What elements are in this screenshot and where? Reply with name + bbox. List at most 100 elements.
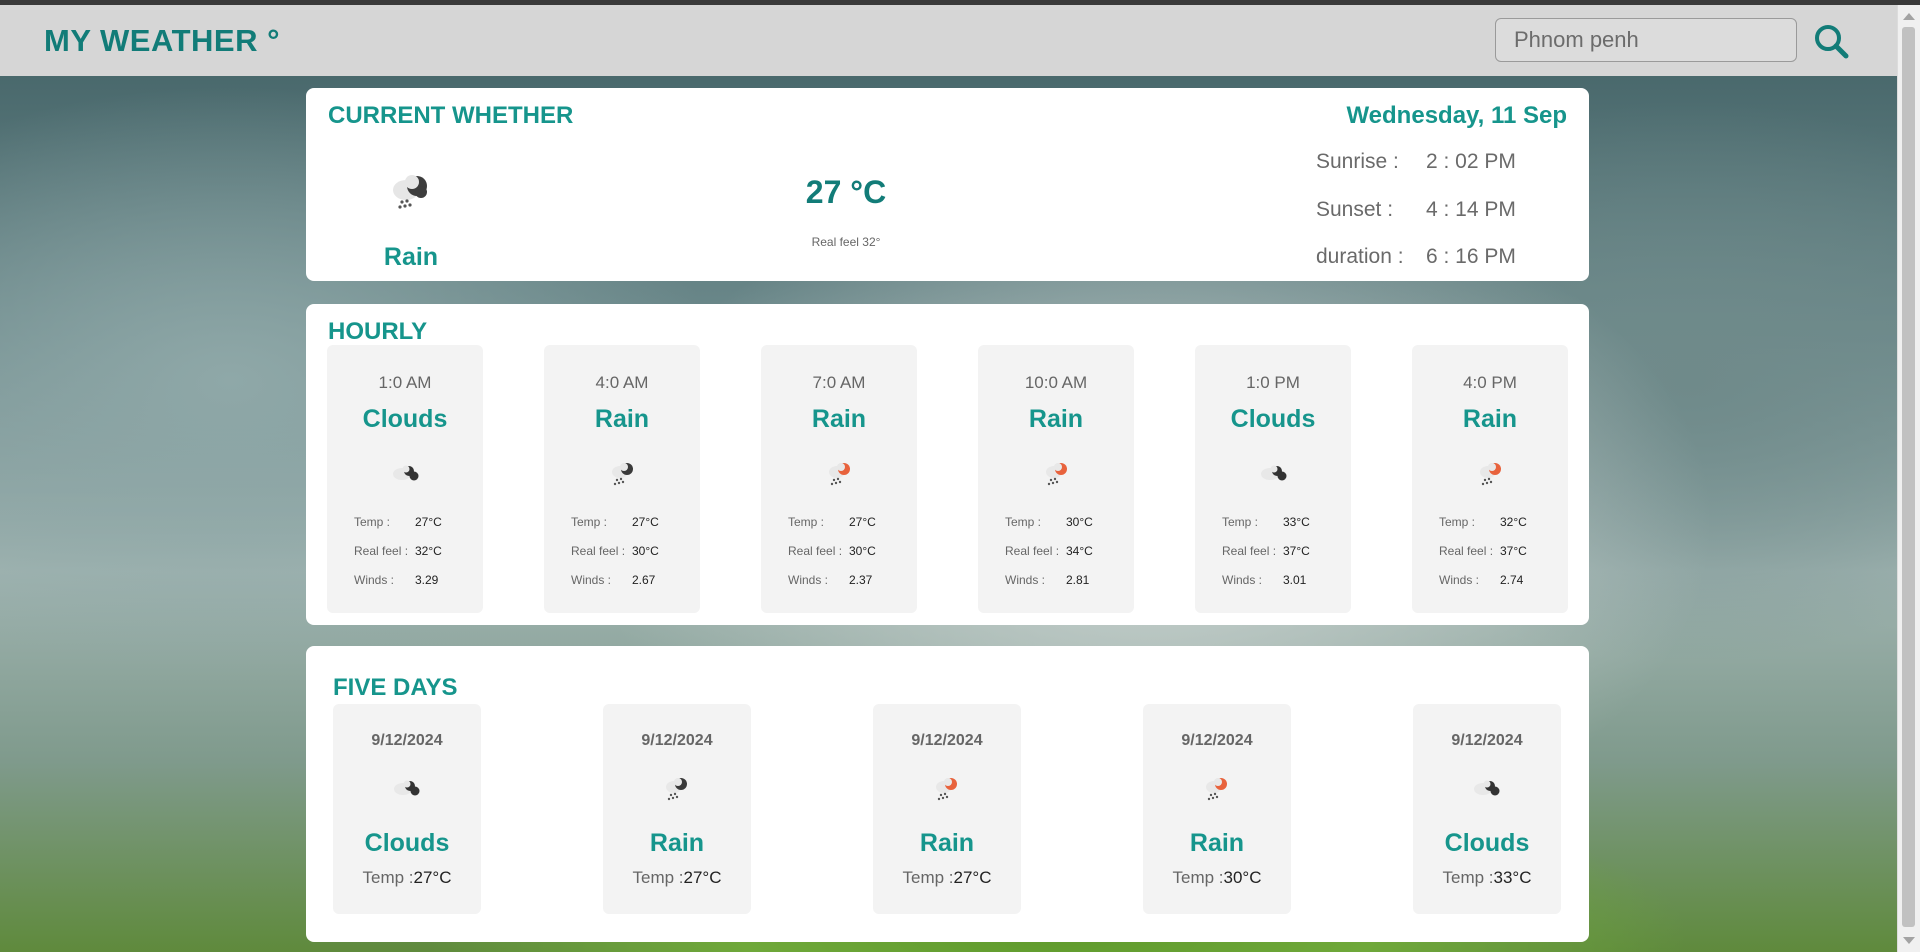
hourly-winds-label: Winds : [1439, 573, 1480, 587]
sun-rain-icon [1480, 463, 1501, 486]
hourly-winds-label: Winds : [1222, 573, 1263, 587]
clouds-icon [393, 465, 419, 481]
current-weather-title: CURRENT WHETHER [328, 102, 574, 129]
hourly-condition: Clouds [1230, 405, 1316, 433]
hourly-condition: Rain [1462, 405, 1518, 433]
hourly-realfeel-value: 30°C [849, 544, 876, 558]
hourly-temp-value: 32°C [1500, 515, 1527, 529]
five-day-temp-value: 30°C [1223, 868, 1262, 887]
hourly-time: 4:0 PM [1463, 373, 1517, 392]
hourly-condition: Rain [594, 405, 650, 433]
duration-value: 6 : 16 PM [1426, 245, 1516, 268]
five-day-condition: Rain [649, 829, 705, 857]
hourly-temp-label: Temp : [788, 515, 825, 529]
scroll-up-arrow-icon[interactable] [1903, 13, 1915, 20]
five-day-temp-label: Temp : [632, 868, 684, 887]
hourly-item: 4:0 PM Rain Temp : 32°C Real feel : 37°C Winds… [1412, 345, 1568, 613]
hourly-winds-label: Winds : [788, 573, 829, 587]
duration-row: duration : 6 : 16 PM [1316, 245, 1516, 269]
scroll-down-arrow-icon[interactable] [1903, 937, 1915, 944]
search-icon [1815, 25, 1849, 59]
hourly-time: 1:0 PM [1246, 373, 1300, 392]
sun-rain-icon [936, 778, 957, 801]
hourly-winds-row: Winds : 2.37 [788, 573, 872, 587]
five-day-temp-row: Temp :33°C [1413, 868, 1561, 888]
hourly-temp-value: 27°C [415, 515, 442, 529]
five-days-title: FIVE DAYS [333, 674, 458, 701]
hourly-realfeel-row: Real feel : 30°C [788, 544, 876, 558]
hourly-forecast-card: HOURLY 1:0 AM Clouds Temp : 27°C Real feel :… [306, 304, 1589, 625]
hourly-temp-value: 33°C [1283, 515, 1310, 529]
hourly-temp-label: Temp : [1222, 515, 1259, 529]
page-scrollbar[interactable] [1897, 5, 1920, 952]
hourly-realfeel-value: 32°C [415, 544, 442, 558]
hourly-winds-value: 3.01 [1283, 573, 1307, 587]
hourly-condition: Rain [1028, 405, 1084, 433]
hourly-realfeel-label: Real feel : [571, 544, 626, 558]
five-day-temp-row: Temp :27°C [333, 868, 481, 888]
search-button[interactable] [1812, 22, 1852, 62]
hourly-temp-row: Temp : 27°C [571, 515, 659, 529]
hourly-winds-row: Winds : 2.74 [1439, 573, 1523, 587]
sun-rain-icon [829, 463, 850, 486]
five-day-temp-row: Temp :27°C [603, 868, 751, 888]
five-day-forecast-card: FIVE DAYS 9/12/2024 Clouds Temp :27°C 9/12/… [306, 646, 1589, 942]
rain-icon [666, 778, 687, 801]
city-search-input[interactable] [1495, 18, 1797, 62]
hourly-title: HOURLY [328, 318, 428, 345]
five-day-temp-value: 27°C [683, 868, 722, 887]
five-day-condition: Clouds [364, 829, 450, 857]
hourly-winds-value: 2.67 [632, 573, 656, 587]
hourly-item: 4:0 AM Rain Temp : 27°C Real feel : 30°C Winds… [544, 345, 700, 613]
hourly-winds-label: Winds : [571, 573, 612, 587]
hourly-winds-row: Winds : 2.67 [571, 573, 655, 587]
five-day-date: 9/12/2024 [641, 732, 713, 749]
hourly-winds-label: Winds : [354, 573, 395, 587]
hourly-winds-value: 2.74 [1500, 573, 1524, 587]
hourly-temp-value: 27°C [849, 515, 876, 529]
five-day-date: 9/12/2024 [371, 732, 443, 749]
hourly-realfeel-value: 37°C [1283, 544, 1310, 558]
hourly-item: 10:0 AM Rain Temp : 30°C Real feel : 34°C Wind… [978, 345, 1134, 613]
hourly-temp-label: Temp : [1439, 515, 1476, 529]
hourly-realfeel-row: Real feel : 37°C [1222, 544, 1310, 558]
hourly-winds-value: 2.37 [849, 573, 873, 587]
rain-icon [612, 463, 633, 486]
five-day-temp-label: Temp : [1442, 868, 1494, 887]
hourly-realfeel-label: Real feel : [1005, 544, 1060, 558]
hourly-realfeel-label: Real feel : [1439, 544, 1494, 558]
hourly-winds-row: Winds : 3.29 [354, 573, 438, 587]
five-day-temp-row: Temp :30°C [1143, 868, 1291, 888]
clouds-icon [1474, 780, 1500, 796]
hourly-time: 10:0 AM [1024, 373, 1088, 392]
current-condition: Rain [383, 243, 439, 271]
hourly-realfeel-label: Real feel : [354, 544, 409, 558]
hourly-temp-value: 30°C [1066, 515, 1093, 529]
hourly-temp-label: Temp : [571, 515, 608, 529]
hourly-realfeel-row: Real feel : 30°C [571, 544, 659, 558]
hourly-winds-value: 3.29 [415, 573, 439, 587]
sunrise-value: 2 : 02 PM [1426, 150, 1516, 173]
hourly-temp-label: Temp : [1005, 515, 1042, 529]
duration-label: duration : [1316, 245, 1404, 268]
hourly-item: 1:0 AM Clouds Temp : 27°C Real feel : 32°C Win… [327, 345, 483, 613]
sunrise-row: Sunrise : 2 : 02 PM [1316, 150, 1516, 174]
five-day-date: 9/12/2024 [1451, 732, 1523, 749]
sun-rain-icon [1206, 778, 1227, 801]
hourly-realfeel-value: 34°C [1066, 544, 1093, 558]
current-real-feel: Real feel 32° [811, 235, 881, 249]
scrollbar-thumb[interactable] [1902, 27, 1915, 927]
hourly-temp-row: Temp : 33°C [1222, 515, 1310, 529]
hourly-temp-value: 27°C [632, 515, 659, 529]
hourly-realfeel-value: 37°C [1500, 544, 1527, 558]
hourly-condition: Clouds [362, 405, 448, 433]
hourly-item: 1:0 PM Clouds Temp : 33°C Real feel : 37°C Win… [1195, 345, 1351, 613]
hourly-realfeel-value: 30°C [632, 544, 659, 558]
five-day-date: 9/12/2024 [911, 732, 983, 749]
five-day-condition: Rain [919, 829, 975, 857]
five-day-temp-row: Temp :27°C [873, 868, 1021, 888]
five-day-temp-value: 27°C [413, 868, 452, 887]
sunrise-label: Sunrise : [1316, 150, 1399, 173]
clouds-icon [1261, 465, 1287, 481]
app-logo: MY WEATHER ° [44, 23, 280, 58]
